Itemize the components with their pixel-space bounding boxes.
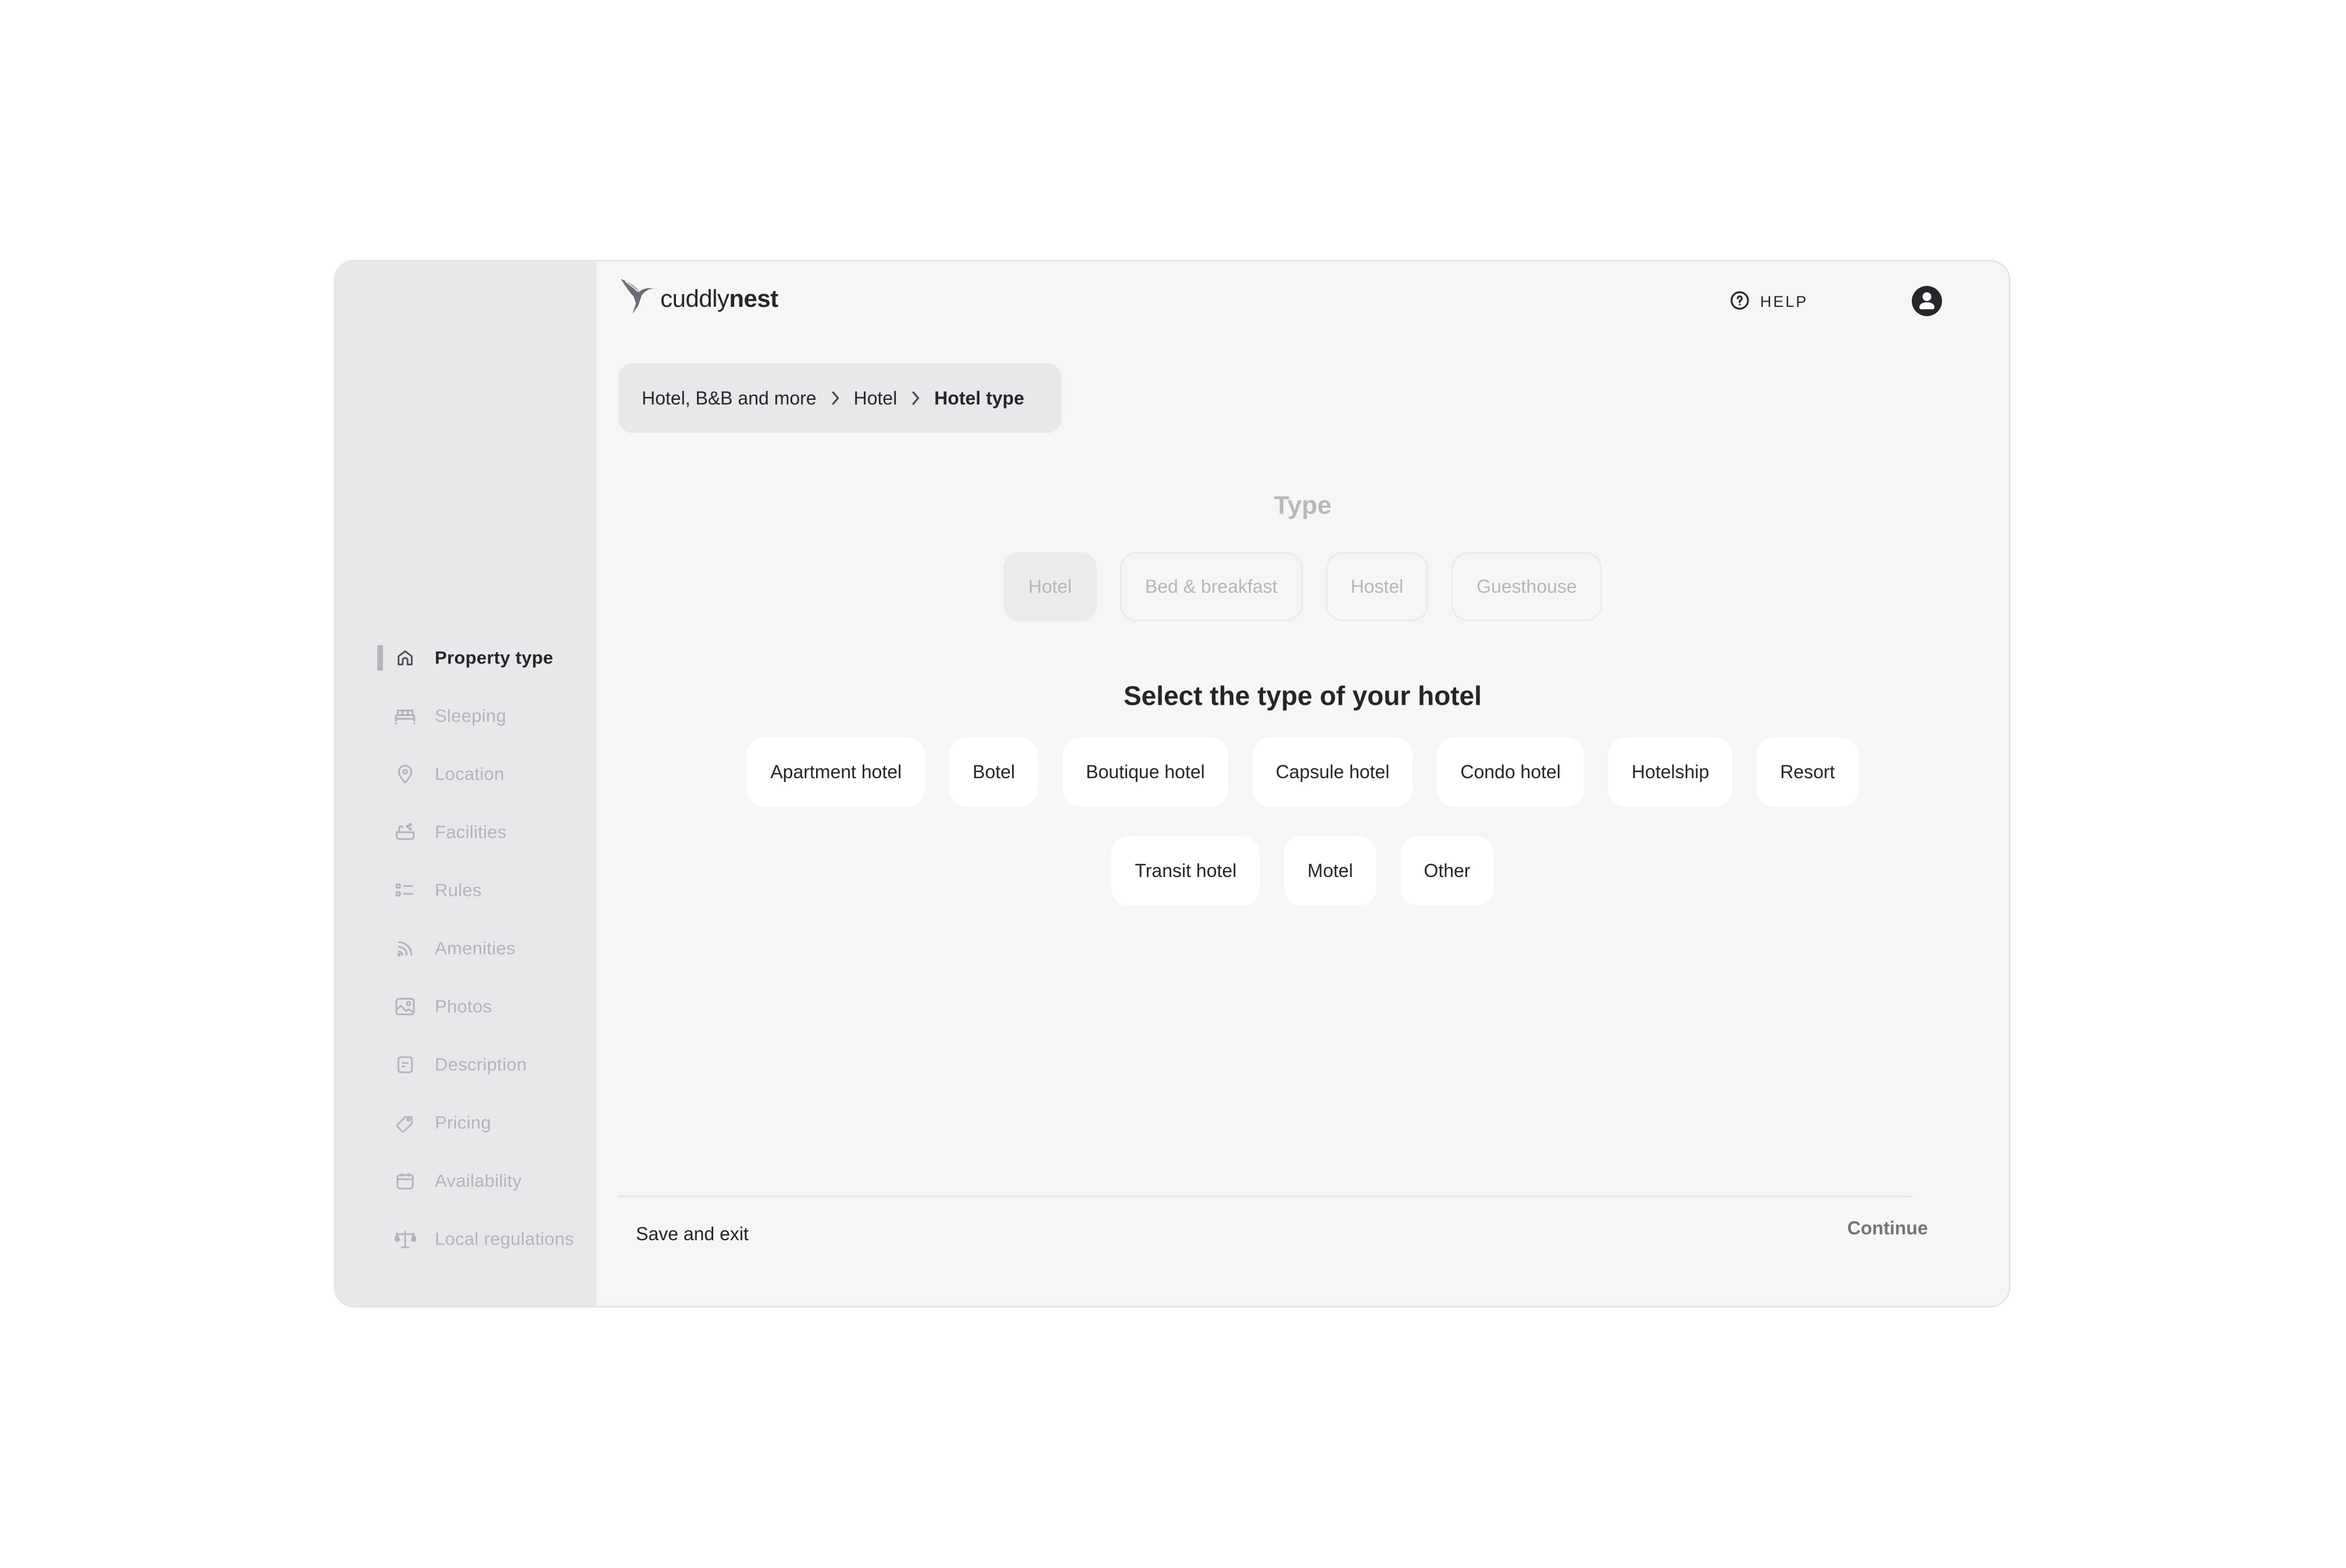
sidebar-item-rules[interactable]: Rules	[335, 867, 596, 914]
sidebar-item-label: Pricing	[435, 1112, 491, 1133]
sidebar-item-sleeping[interactable]: Sleeping	[335, 693, 596, 739]
sidebar-item-label: Amenities	[435, 938, 516, 958]
hotel-type-options-row: Transit hotel Motel Other	[596, 836, 2009, 905]
scale-icon	[394, 1227, 417, 1251]
hummingbird-icon	[620, 278, 658, 319]
brand-logo[interactable]: cuddlynest	[620, 278, 778, 319]
sidebar-item-description[interactable]: Description	[335, 1041, 596, 1088]
sidebar-item-label: Description	[435, 1054, 527, 1075]
main-content: cuddlynest HELP Hotel, B&B and more Hote…	[596, 262, 2009, 1306]
help-button[interactable]: HELP	[1730, 291, 1808, 313]
hotel-type-option[interactable]: Other	[1400, 836, 1494, 905]
hotel-type-option[interactable]: Botel	[949, 738, 1039, 807]
continue-button[interactable]: Continue	[1847, 1218, 1928, 1239]
sidebar: Property type Sleeping Location Faciliti…	[335, 262, 596, 1306]
list-icon	[394, 879, 417, 902]
sidebar-item-photos[interactable]: Photos	[335, 983, 596, 1030]
sidebar-item-local-regulations[interactable]: Local regulations	[335, 1216, 596, 1262]
bathtub-icon	[394, 821, 417, 844]
home-icon	[394, 646, 417, 670]
bed-icon	[394, 704, 417, 728]
sidebar-item-label: Availability	[435, 1170, 522, 1191]
document-icon	[394, 1053, 417, 1076]
type-option-bed-and-breakfast[interactable]: Bed & breakfast	[1120, 552, 1303, 621]
hotel-type-option[interactable]: Motel	[1284, 836, 1376, 905]
account-button[interactable]	[1912, 286, 1942, 316]
sidebar-item-label: Facilities	[435, 822, 507, 842]
sidebar-item-availability[interactable]: Availability	[335, 1158, 596, 1204]
hotel-type-option[interactable]: Boutique hotel	[1063, 738, 1228, 807]
hotel-type-option[interactable]: Condo hotel	[1437, 738, 1585, 807]
tag-icon	[394, 1111, 417, 1134]
type-option-hostel[interactable]: Hostel	[1325, 552, 1429, 621]
chevron-right-icon	[831, 390, 840, 406]
map-pin-icon	[394, 762, 417, 786]
image-icon	[394, 995, 417, 1018]
calendar-icon	[394, 1169, 417, 1193]
sidebar-item-label: Location	[435, 764, 505, 784]
breadcrumb: Hotel, B&B and more Hotel Hotel type	[618, 363, 1061, 433]
hotel-type-option[interactable]: Resort	[1757, 738, 1858, 807]
sidebar-item-pricing[interactable]: Pricing	[335, 1100, 596, 1146]
save-and-exit-button[interactable]: Save and exit	[636, 1223, 749, 1245]
hotel-type-option[interactable]: Apartment hotel	[747, 738, 925, 807]
brand-wordmark: cuddlynest	[660, 284, 778, 312]
hotel-type-option[interactable]: Capsule hotel	[1252, 738, 1413, 807]
hotel-type-heading: Select the type of your hotel	[1124, 681, 1482, 711]
type-heading: Type	[1274, 491, 1332, 520]
sidebar-item-label: Sleeping	[435, 706, 507, 726]
sidebar-item-facilities[interactable]: Facilities	[335, 809, 596, 855]
wifi-icon	[394, 937, 417, 960]
type-options: Hotel Bed & breakfast Hostel Guesthouse	[596, 552, 2009, 621]
sidebar-item-label: Property type	[435, 647, 553, 668]
breadcrumb-item[interactable]: Hotel, B&B and more	[642, 388, 817, 409]
hotel-type-option[interactable]: Hotelship	[1608, 738, 1733, 807]
hotel-type-option[interactable]: Transit hotel	[1111, 836, 1260, 905]
sidebar-item-label: Photos	[435, 996, 492, 1016]
breadcrumb-item[interactable]: Hotel	[854, 388, 897, 409]
sidebar-item-location[interactable]: Location	[335, 751, 596, 797]
sidebar-item-label: Rules	[435, 880, 482, 900]
type-option-guesthouse[interactable]: Guesthouse	[1451, 552, 1602, 621]
user-circle-icon	[1912, 286, 1942, 318]
sidebar-item-property-type[interactable]: Property type	[335, 635, 596, 681]
type-option-hotel[interactable]: Hotel	[1003, 552, 1097, 621]
sidebar-item-amenities[interactable]: Amenities	[335, 925, 596, 972]
footer-divider	[618, 1195, 1913, 1197]
active-indicator	[377, 645, 383, 671]
help-label: HELP	[1760, 293, 1808, 310]
chevron-right-icon	[911, 390, 920, 406]
app-window: Property type Sleeping Location Faciliti…	[334, 260, 2011, 1308]
breadcrumb-current: Hotel type	[934, 387, 1024, 409]
sidebar-item-label: Local regulations	[435, 1229, 574, 1249]
hotel-type-options-row: Apartment hotel Botel Boutique hotel Cap…	[596, 738, 2009, 807]
question-circle-icon	[1730, 291, 1750, 313]
